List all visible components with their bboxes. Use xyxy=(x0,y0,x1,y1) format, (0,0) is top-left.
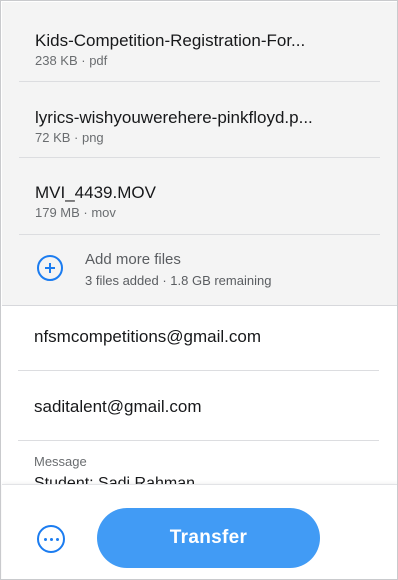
transfer-panel: Kids-Competition-Registration-For... 238… xyxy=(0,0,398,580)
more-options-button[interactable] xyxy=(37,525,65,553)
file-item[interactable]: lyrics-wishyouwerehere-pinkfloyd.p... 72… xyxy=(2,79,397,154)
more-options-icon xyxy=(43,537,47,541)
file-list: Kids-Competition-Registration-For... 238… xyxy=(2,2,397,306)
file-name: Kids-Competition-Registration-For... xyxy=(35,31,306,50)
file-item[interactable]: Kids-Competition-Registration-For... 238… xyxy=(2,2,397,77)
file-meta: 238 KB · pdf xyxy=(35,53,108,68)
action-bar: Transfer xyxy=(2,484,397,579)
add-more-files-button[interactable]: Add more files 3 files added · 1.8 GB re… xyxy=(2,235,397,305)
add-files-label: Add more files xyxy=(85,251,181,268)
more-options-icon-dot xyxy=(49,537,53,541)
message-label: Message xyxy=(34,454,87,469)
message-field[interactable]: Student: Sadi Rahman xyxy=(34,473,195,484)
files-status: 3 files added · 1.8 GB remaining xyxy=(85,273,272,288)
transfer-button[interactable]: Transfer xyxy=(97,508,320,568)
plus-circle-icon[interactable] xyxy=(37,255,63,281)
field-divider xyxy=(18,440,379,441)
file-name: MVI_4439.MOV xyxy=(35,183,156,202)
email-to-field[interactable]: nfsmcompetitions@gmail.com xyxy=(34,327,261,347)
more-options-icon-dot xyxy=(55,537,59,541)
file-meta: 72 KB · png xyxy=(35,130,104,145)
file-meta: 179 MB · mov xyxy=(35,205,116,220)
file-name: lyrics-wishyouwerehere-pinkfloyd.p... xyxy=(35,108,313,127)
file-item[interactable]: MVI_4439.MOV 179 MB · mov xyxy=(2,154,397,229)
field-divider xyxy=(18,370,379,371)
email-from-field[interactable]: saditalent@gmail.com xyxy=(34,397,202,417)
